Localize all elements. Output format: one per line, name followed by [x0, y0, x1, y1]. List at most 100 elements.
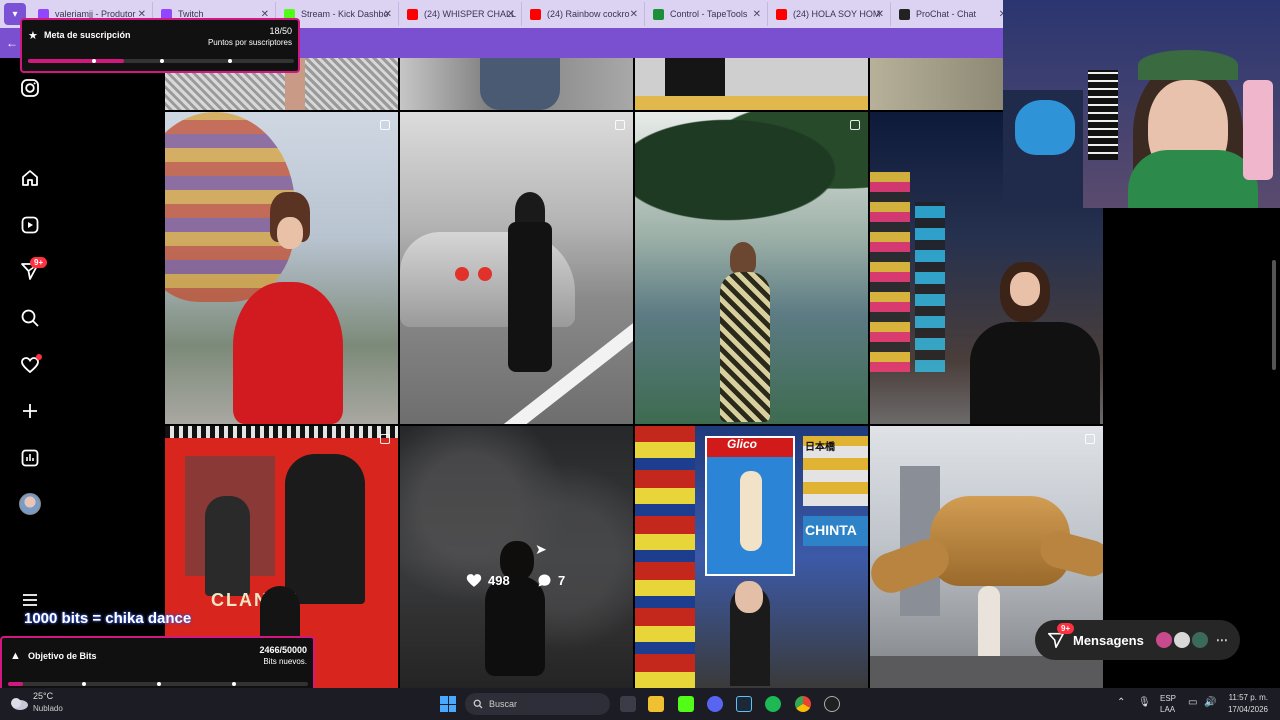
tab-label: Stream - Kick Dashbo — [301, 9, 389, 19]
browser-tab[interactable]: (24) HOLA SOY HOM ✕ — [768, 2, 891, 26]
bits-goal-fill — [8, 682, 23, 686]
subscription-goal-widget: ★ Meta de suscripción 18/50 Puntos por s… — [20, 18, 300, 73]
tab-favicon-icon — [899, 8, 910, 20]
bits-goal-subtitle: Bits nuevos. — [263, 657, 307, 666]
post-thumbnail[interactable] — [635, 58, 868, 110]
messages-badge: 9+ — [1057, 623, 1075, 634]
display-icon[interactable]: ▭ — [1188, 697, 1197, 708]
discord-icon[interactable] — [707, 696, 723, 712]
multi-photo-icon — [380, 434, 390, 444]
tab-favicon-icon — [776, 8, 787, 20]
direct-badge: 9+ — [30, 257, 48, 268]
tab-close-icon[interactable]: ✕ — [507, 9, 515, 20]
page-scrollbar[interactable] — [1272, 260, 1276, 370]
avatar — [1155, 632, 1172, 648]
browser-tab[interactable]: Control - TapeTools ✕ — [645, 2, 768, 26]
kick-icon[interactable] — [678, 696, 694, 712]
language-code[interactable]: ESP — [1160, 694, 1176, 703]
post-thumbnail[interactable] — [400, 58, 633, 110]
bits-icon: ▲ — [10, 650, 21, 662]
multi-photo-icon — [1085, 434, 1095, 444]
windows-taskbar: 25°C Nublado Buscar ⌃ 🎙 ESP LAA ▭ 🔊 11:5… — [0, 688, 1280, 720]
create-icon[interactable] — [18, 399, 42, 423]
task-view-icon[interactable] — [620, 696, 636, 712]
tab-close-icon[interactable]: ✕ — [630, 9, 638, 20]
browser-tab[interactable]: (24) WHISPER CHALL ✕ — [399, 2, 522, 26]
search-icon[interactable] — [18, 306, 42, 330]
profile-avatar[interactable] — [18, 492, 42, 516]
pink-chair — [1243, 80, 1273, 180]
poster-text: 日本橋 — [805, 442, 835, 453]
streamer-shirt — [1128, 150, 1258, 208]
reels-icon[interactable] — [18, 213, 42, 237]
poster-text: Glico — [727, 437, 758, 451]
multi-photo-icon — [850, 120, 860, 130]
search-icon — [473, 699, 483, 709]
post-cherry-blossom[interactable]: 498 7 ➤ — [400, 426, 633, 688]
weather-temp: 25°C — [33, 691, 54, 701]
volume-icon[interactable]: 🔊 — [1204, 697, 1216, 708]
headphones — [1138, 50, 1238, 80]
chevron-up-icon[interactable]: ⌃ — [1117, 697, 1125, 708]
language-variant: LAA — [1160, 705, 1176, 714]
tab-close-icon[interactable]: ✕ — [876, 9, 884, 20]
profile-post-grid: CLANCY 498 7 ➤ Glico CHINTA 日本橋 — [165, 58, 1105, 688]
messages-label: Mensagens — [1073, 632, 1144, 648]
bits-banner: 1000 bits = chika dance — [24, 610, 192, 627]
keyboard-stand — [1088, 70, 1118, 160]
avatar — [1191, 632, 1208, 648]
home-icon[interactable] — [18, 166, 42, 190]
tab-close-icon[interactable]: ✕ — [384, 9, 392, 20]
tab-label: (24) HOLA SOY HOM — [793, 9, 881, 19]
clock-time[interactable]: 11:57 p. m. — [1229, 693, 1268, 702]
tab-label: (24) WHISPER CHALL — [424, 9, 517, 19]
tab-favicon-icon — [653, 8, 664, 20]
post-rio-viewpoint[interactable] — [635, 112, 868, 424]
tab-label: ProChat - Chat — [916, 9, 977, 19]
back-icon[interactable]: ← — [6, 36, 18, 50]
sub-goal-subtitle: Puntos por suscriptores — [207, 38, 292, 47]
post-hover-overlay — [400, 426, 633, 688]
tab-label: Control - TapeTools — [670, 9, 748, 19]
steam-icon[interactable] — [736, 696, 752, 712]
more-icon: ⋯ — [1215, 633, 1228, 647]
microphone-icon[interactable]: 🎙 — [1138, 697, 1151, 708]
avatar — [1173, 632, 1190, 648]
spotify-icon[interactable] — [765, 696, 781, 712]
file-explorer-icon[interactable] — [648, 696, 664, 712]
sub-goal-count: 18/50 — [269, 26, 292, 36]
notifications-icon[interactable] — [18, 353, 42, 377]
search-placeholder: Buscar — [489, 699, 518, 709]
windows-start-icon[interactable] — [440, 696, 456, 712]
browser-tab[interactable]: (24) Rainbow cockro ✕ — [522, 2, 645, 26]
comments-stat: 7 — [537, 573, 565, 588]
post-balloon-red-dress[interactable] — [165, 112, 398, 424]
dashboard-icon[interactable] — [18, 446, 42, 470]
post-gtr-garage[interactable] — [400, 112, 633, 424]
direct-icon: 9+ — [1047, 623, 1075, 649]
menu-icon[interactable] — [18, 588, 42, 612]
browser-tab[interactable]: ProChat - Chat✕ — [891, 2, 1014, 26]
notification-dot — [36, 354, 42, 360]
post-glico-osaka[interactable]: Glico CHINTA 日本橋 — [635, 426, 868, 688]
direct-icon[interactable]: 9+ — [18, 257, 48, 283]
obs-icon[interactable] — [824, 696, 840, 712]
weather-icon[interactable] — [8, 694, 30, 714]
instagram-sidebar: 9+ — [0, 58, 60, 688]
chrome-icon[interactable] — [795, 696, 811, 712]
tab-favicon-icon — [530, 8, 541, 20]
multi-photo-icon — [380, 120, 390, 130]
taskbar-search[interactable]: Buscar — [465, 693, 610, 715]
clock-date: 17/04/2026 — [1227, 705, 1268, 714]
multi-photo-icon — [615, 120, 625, 130]
messages-button[interactable]: 9+ Mensagens ⋯ — [1035, 620, 1240, 660]
mouse-cursor-icon: ➤ — [535, 541, 547, 557]
star-icon: ★ — [28, 30, 38, 42]
tab-close-icon[interactable]: ✕ — [753, 9, 761, 20]
bits-goal-count: 2466/50000 — [259, 645, 307, 655]
likes-count: 498 — [488, 573, 510, 588]
comment-icon — [538, 574, 551, 587]
instagram-icon[interactable] — [18, 76, 42, 100]
weather-desc: Nublado — [33, 704, 63, 713]
likes-stat: 498 — [466, 573, 510, 588]
